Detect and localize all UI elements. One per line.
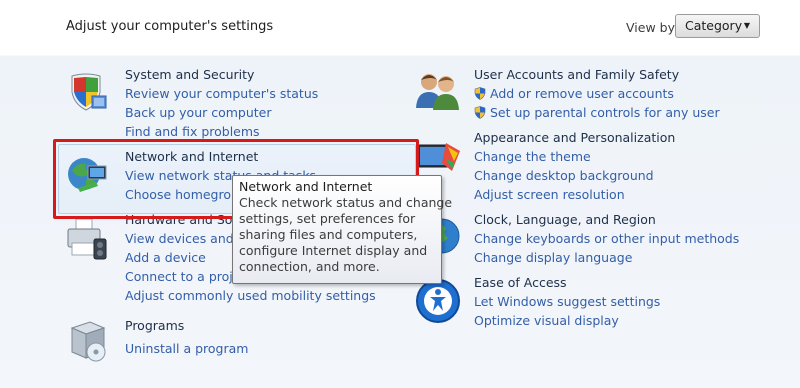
link-label: Add or remove user accounts	[490, 86, 674, 101]
tooltip-network-internet: Network and Internet Check network statu…	[232, 175, 453, 284]
ease-of-access-icon[interactable]	[414, 277, 462, 325]
view-by-dropdown[interactable]: Category ▼	[675, 14, 760, 38]
category-title[interactable]: Programs	[125, 318, 184, 333]
tooltip-title: Network and Internet	[239, 179, 373, 194]
link-screen-resolution[interactable]: Adjust screen resolution	[474, 187, 625, 202]
shield-icon[interactable]	[66, 70, 110, 114]
tooltip-line: Check network status and change	[239, 195, 453, 210]
link-review-status[interactable]: Review your computer's status	[125, 86, 318, 101]
category-title[interactable]: System and Security	[125, 67, 254, 82]
view-by-label: View by:	[626, 20, 679, 35]
uac-shield-icon	[474, 87, 486, 100]
link-uninstall-program[interactable]: Uninstall a program	[125, 341, 248, 356]
link-change-keyboards[interactable]: Change keyboards or other input methods	[474, 231, 739, 246]
tooltip-line: connection, and more.	[239, 259, 380, 274]
link-back-up[interactable]: Back up your computer	[125, 105, 272, 120]
link-desktop-background[interactable]: Change desktop background	[474, 168, 654, 183]
link-add-remove-accounts[interactable]: Add or remove user accounts	[474, 86, 674, 101]
printer-icon[interactable]	[64, 215, 110, 265]
link-change-theme[interactable]: Change the theme	[474, 149, 591, 164]
tooltip-line: sharing files and computers,	[239, 227, 418, 242]
category-title[interactable]: User Accounts and Family Safety	[474, 67, 679, 82]
link-label: Set up parental controls for any user	[490, 105, 720, 120]
uac-shield-icon	[474, 106, 486, 119]
tooltip-line: configure Internet display and	[239, 243, 428, 258]
link-add-device[interactable]: Add a device	[125, 250, 206, 265]
users-icon[interactable]	[414, 68, 462, 114]
category-title[interactable]: Clock, Language, and Region	[474, 212, 656, 227]
header-bar: Adjust your computer's settings View by:…	[0, 0, 800, 55]
category-title[interactable]: Ease of Access	[474, 275, 567, 290]
category-title[interactable]: Appearance and Personalization	[474, 130, 675, 145]
link-mobility-settings[interactable]: Adjust commonly used mobility settings	[125, 288, 376, 303]
tooltip-line: settings, set preferences for	[239, 211, 416, 226]
programs-box-icon[interactable]	[66, 318, 110, 364]
link-windows-suggest[interactable]: Let Windows suggest settings	[474, 294, 660, 309]
chevron-down-icon: ▼	[743, 21, 750, 30]
link-optimize-display[interactable]: Optimize visual display	[474, 313, 619, 328]
link-display-language[interactable]: Change display language	[474, 250, 632, 265]
page-title: Adjust your computer's settings	[66, 19, 274, 34]
link-find-fix-problems[interactable]: Find and fix problems	[125, 124, 260, 139]
link-parental-controls[interactable]: Set up parental controls for any user	[474, 105, 720, 120]
view-by-value: Category	[685, 18, 743, 33]
